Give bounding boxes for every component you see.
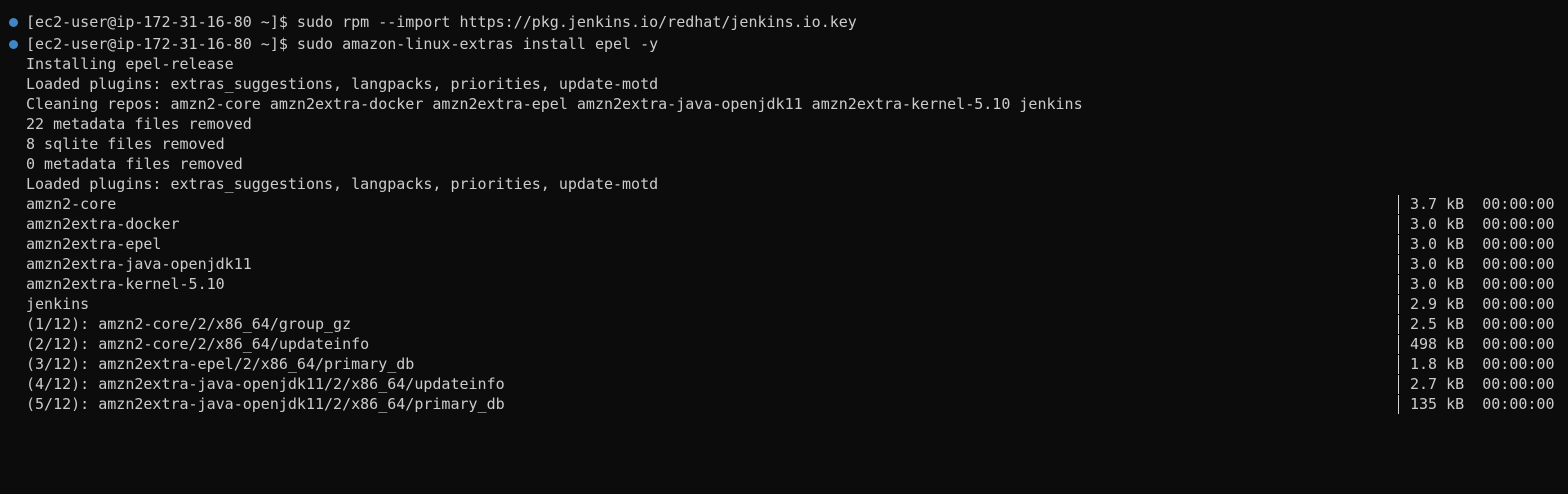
download-size-time: 2.9 kB 00:00:00 <box>1410 295 1555 313</box>
output-line: Installing epel-release <box>0 54 1568 74</box>
download-size-time: 2.7 kB 00:00:00 <box>1410 375 1555 393</box>
download-name: amzn2extra-java-openjdk11 <box>26 255 252 273</box>
download-size-time: 1.8 kB 00:00:00 <box>1410 355 1555 373</box>
download-name: amzn2extra-epel <box>26 235 162 253</box>
download-row: amzn2-core 3.7 kB 00:00:00 <box>0 194 1568 214</box>
download-size-time: 2.5 kB 00:00:00 <box>1410 315 1555 333</box>
download-row: (3/12): amzn2extra-epel/2/x86_64/primary… <box>0 354 1568 374</box>
output-text: 8 sqlite files removed <box>26 135 225 153</box>
output-text: 0 metadata files removed <box>26 155 243 173</box>
download-name: (3/12): amzn2extra-epel/2/x86_64/primary… <box>26 355 415 373</box>
output-text: Installing epel-release <box>26 55 234 73</box>
download-size-time: 3.0 kB 00:00:00 <box>1410 275 1555 293</box>
column-separator <box>1398 195 1399 214</box>
download-row: (1/12): amzn2-core/2/x86_64/group_gz 2.5… <box>0 314 1568 334</box>
download-row: jenkins 2.9 kB 00:00:00 <box>0 294 1568 314</box>
download-name: (2/12): amzn2-core/2/x86_64/updateinfo <box>26 335 370 353</box>
column-separator <box>1398 395 1399 414</box>
command-line[interactable]: [ec2-user@ip-172-31-16-80 ~]$ sudo rpm -… <box>0 12 1568 32</box>
download-size-time: 3.0 kB 00:00:00 <box>1410 255 1555 273</box>
command-decoration-icon[interactable] <box>9 40 18 49</box>
terminal-panel[interactable]: [ec2-user@ip-172-31-16-80 ~]$ sudo rpm -… <box>0 0 1568 417</box>
output-text: Loaded plugins: extras_suggestions, lang… <box>26 175 659 193</box>
column-separator <box>1398 335 1399 354</box>
output-text: Loaded plugins: extras_suggestions, lang… <box>26 75 659 93</box>
download-row: amzn2extra-epel 3.0 kB 00:00:00 <box>0 234 1568 254</box>
output-text: 22 metadata files removed <box>26 115 252 133</box>
output-line: Cleaning repos: amzn2-core amzn2extra-do… <box>0 94 1568 114</box>
download-name: (5/12): amzn2extra-java-openjdk11/2/x86_… <box>26 395 505 413</box>
download-size-time: 135 kB 00:00:00 <box>1410 395 1555 413</box>
command-text: [ec2-user@ip-172-31-16-80 ~]$ sudo rpm -… <box>26 13 857 31</box>
output-line: 0 metadata files removed <box>0 154 1568 174</box>
command-text: [ec2-user@ip-172-31-16-80 ~]$ sudo amazo… <box>26 35 659 53</box>
download-row: amzn2extra-kernel-5.10 3.0 kB 00:00:00 <box>0 274 1568 294</box>
download-name: jenkins <box>26 295 90 313</box>
column-separator <box>1398 315 1399 334</box>
column-separator <box>1398 275 1399 294</box>
download-name: amzn2extra-docker <box>26 215 180 233</box>
command-decoration-icon[interactable] <box>9 18 18 27</box>
download-row: amzn2extra-docker 3.0 kB 00:00:00 <box>0 214 1568 234</box>
download-row: (4/12): amzn2extra-java-openjdk11/2/x86_… <box>0 374 1568 394</box>
output-line: 22 metadata files removed <box>0 114 1568 134</box>
column-separator <box>1398 255 1399 274</box>
download-row: (5/12): amzn2extra-java-openjdk11/2/x86_… <box>0 394 1568 414</box>
download-size-time: 3.0 kB 00:00:00 <box>1410 215 1555 233</box>
download-name: amzn2-core <box>26 195 117 213</box>
output-line: Loaded plugins: extras_suggestions, lang… <box>0 74 1568 94</box>
column-separator <box>1398 295 1399 314</box>
output-line: Loaded plugins: extras_suggestions, lang… <box>0 174 1568 194</box>
download-name: (4/12): amzn2extra-java-openjdk11/2/x86_… <box>26 375 505 393</box>
download-size-time: 3.7 kB 00:00:00 <box>1410 195 1555 213</box>
column-separator <box>1398 375 1399 394</box>
output-text: Cleaning repos: amzn2-core amzn2extra-do… <box>26 95 1083 113</box>
column-separator <box>1398 215 1399 234</box>
download-size-time: 498 kB 00:00:00 <box>1410 335 1555 353</box>
download-name: amzn2extra-kernel-5.10 <box>26 275 225 293</box>
download-row: amzn2extra-java-openjdk11 3.0 kB 00:00:0… <box>0 254 1568 274</box>
download-row: (2/12): amzn2-core/2/x86_64/updateinfo 4… <box>0 334 1568 354</box>
download-size-time: 3.0 kB 00:00:00 <box>1410 235 1555 253</box>
download-name: (1/12): amzn2-core/2/x86_64/group_gz <box>26 315 352 333</box>
output-line: 8 sqlite files removed <box>0 134 1568 154</box>
command-line[interactable]: [ec2-user@ip-172-31-16-80 ~]$ sudo amazo… <box>0 34 1568 54</box>
column-separator <box>1398 235 1399 254</box>
column-separator <box>1398 355 1399 374</box>
